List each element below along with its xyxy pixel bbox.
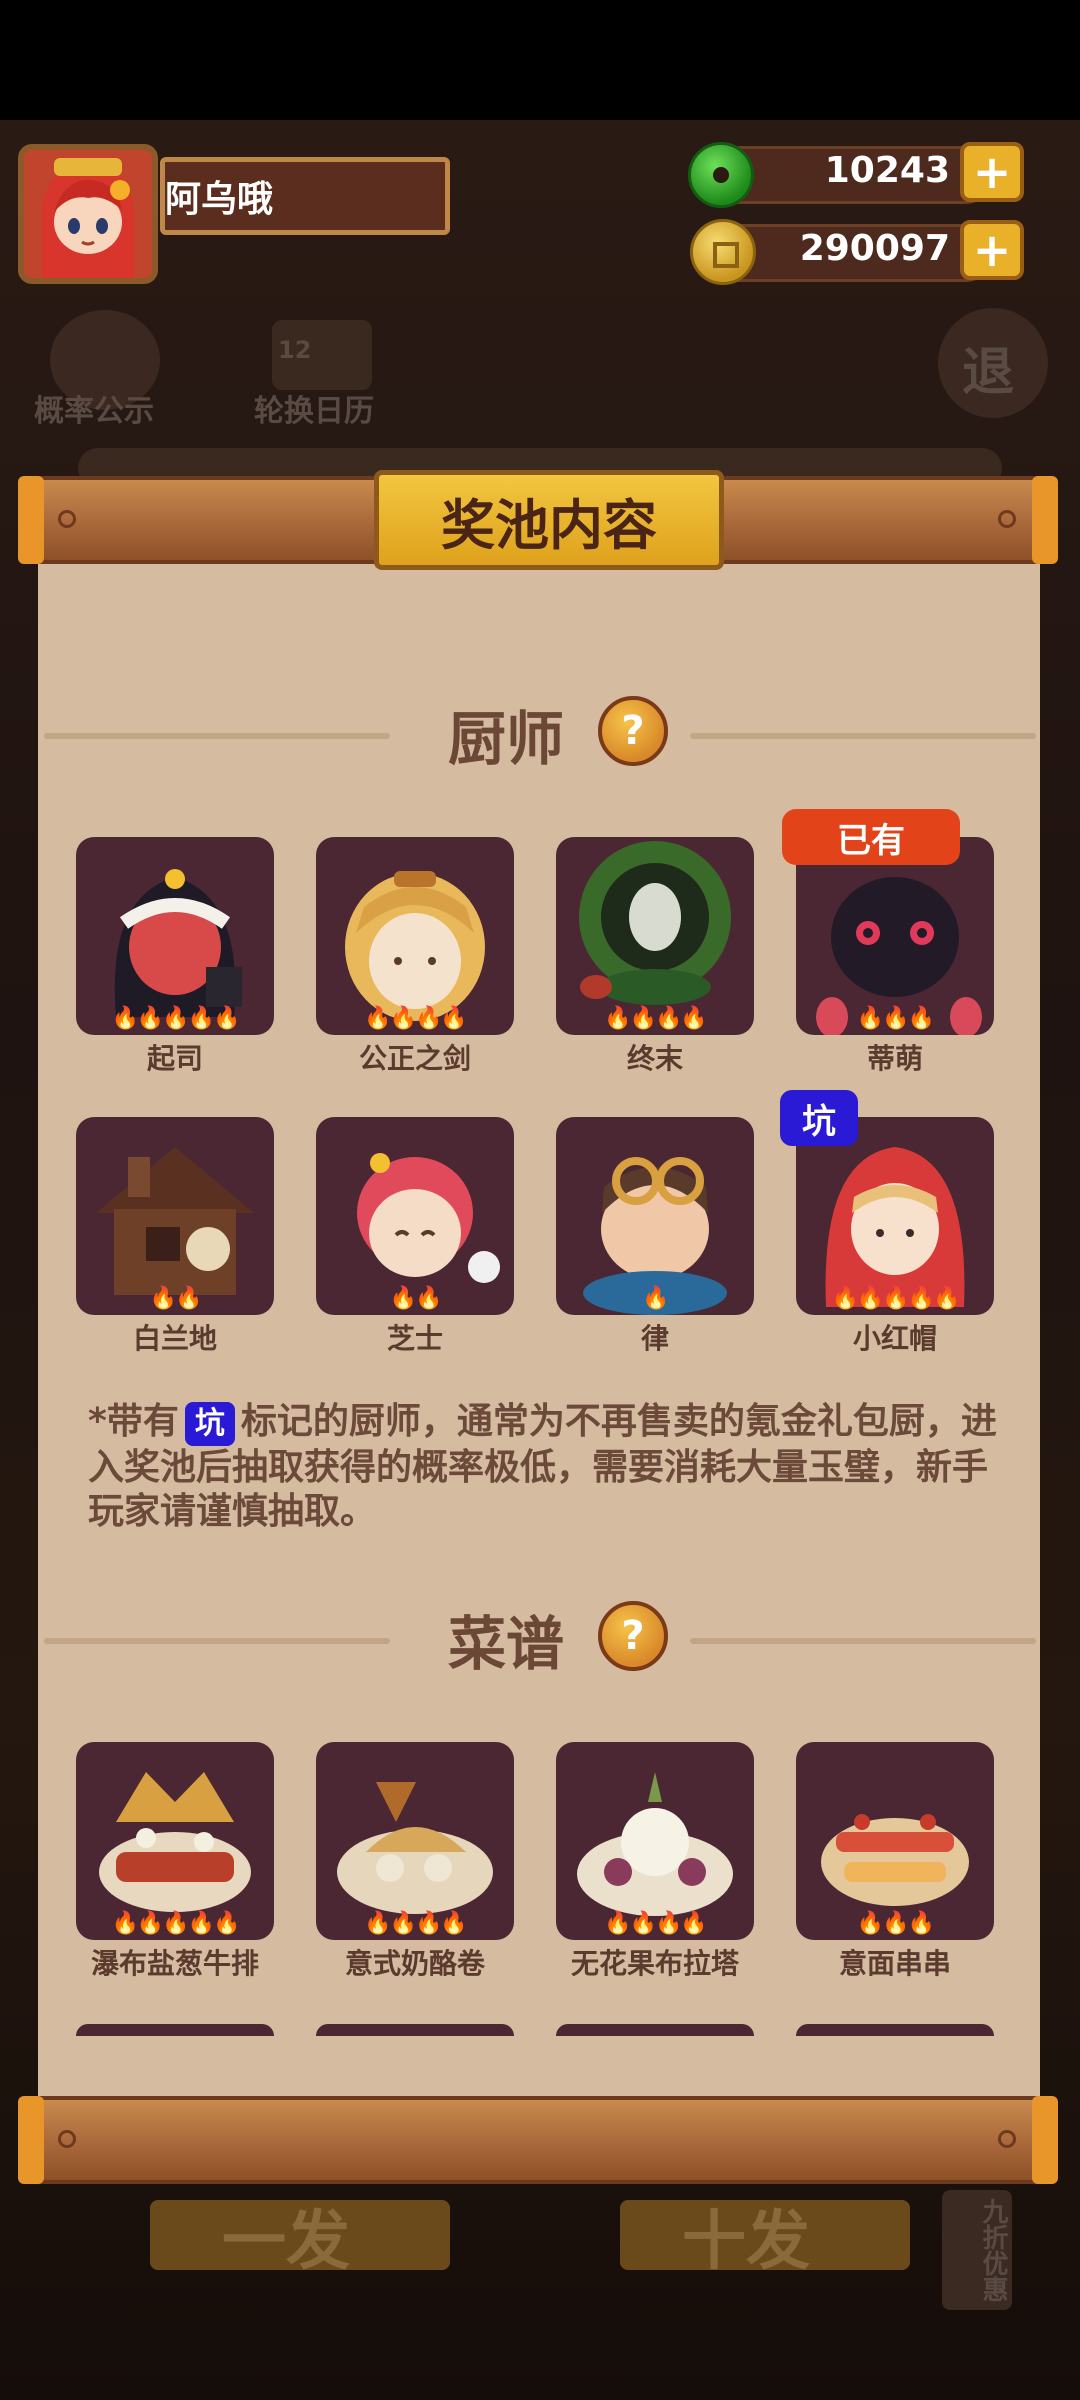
scroll-top-cap-right <box>1032 476 1058 564</box>
chef-name: 终末 <box>626 1042 683 1075</box>
section-divider <box>44 1638 390 1644</box>
probability-button[interactable]: 概率公示 <box>34 386 154 430</box>
add-coin-button[interactable]: + <box>960 220 1024 280</box>
recipe-name: 瀑布盐葱牛排 <box>90 1947 259 1980</box>
jade-amount: 10243 <box>824 150 950 191</box>
star-rating: 🔥🔥 <box>389 1286 443 1311</box>
recipe-card-steak[interactable]: 🔥🔥🔥🔥🔥 <box>76 1742 274 1940</box>
chef-name: 白兰地 <box>132 1322 217 1355</box>
recipe-card-partial[interactable] <box>796 2024 994 2036</box>
single-draw-label: 一发 <box>222 2205 350 2279</box>
chef-card-qisi[interactable]: 🔥🔥🔥🔥🔥 <box>76 837 274 1035</box>
chef-card-zhongmo[interactable]: 🔥🔥🔥🔥 <box>556 837 754 1035</box>
chef-card-lv[interactable]: 🔥 <box>556 1117 754 1315</box>
recipe-help-icon[interactable]: ? <box>598 1601 668 1671</box>
rod-bolt-icon <box>58 2130 76 2148</box>
star-rating: 🔥🔥🔥 <box>856 1911 935 1936</box>
chef-card-dimeng[interactable]: 🔥🔥🔥 <box>796 837 994 1035</box>
player-name: 阿乌哦 <box>165 179 274 220</box>
player-avatar[interactable] <box>18 144 158 284</box>
section-divider <box>44 733 390 739</box>
recipe-card-pasta-skewer[interactable]: 🔥🔥🔥 <box>796 1742 994 1940</box>
calendar-day: 12 <box>278 336 312 364</box>
star-rating: 🔥 <box>642 1286 669 1311</box>
star-rating: 🔥🔥🔥 <box>856 1006 935 1031</box>
recipe-card-fig-burrata[interactable]: 🔥🔥🔥🔥 <box>556 1742 754 1940</box>
add-jade-button[interactable]: + <box>960 142 1024 202</box>
chef-card-red-riding-hood[interactable]: 🔥🔥🔥🔥🔥 <box>796 1117 994 1315</box>
pit-inline-badge: 坑 <box>184 1402 235 1446</box>
exit-label: 退 <box>962 343 1015 403</box>
chef-name: 律 <box>640 1322 669 1355</box>
star-rating: 🔥🔥🔥🔥 <box>364 1006 468 1031</box>
recipe-card-partial[interactable] <box>76 2024 274 2036</box>
recipe-name: 无花果布拉塔 <box>570 1947 739 1980</box>
avatar-portrait-icon <box>24 150 152 278</box>
chef-help-icon[interactable]: ? <box>598 696 668 766</box>
rod-bolt-icon <box>58 510 76 528</box>
chef-name: 芝士 <box>386 1322 443 1355</box>
star-rating: 🔥🔥🔥🔥🔥 <box>111 1006 241 1031</box>
chef-name: 小红帽 <box>852 1322 937 1355</box>
star-rating: 🔥🔥🔥🔥 <box>604 1911 708 1936</box>
recipe-card-partial[interactable] <box>556 2024 754 2036</box>
calendar-button[interactable]: 轮换日历 <box>254 386 374 430</box>
chef-card-justice-sword[interactable]: 🔥🔥🔥🔥 <box>316 837 514 1035</box>
rod-bolt-icon <box>998 510 1016 528</box>
section-divider <box>690 733 1036 739</box>
chef-card-brandy[interactable]: 🔥🔥 <box>76 1117 274 1315</box>
scroll-bottom-rod <box>18 2096 1058 2184</box>
recipe-card-cheese-roll[interactable]: 🔥🔥🔥🔥 <box>316 1742 514 1940</box>
coin-amount: 290097 <box>799 228 950 269</box>
pit-note: *带有坑标记的厨师，通常为不再售卖的氪金礼包厨，进入奖池后抽取获得的概率极低，需… <box>88 1400 998 1534</box>
recipe-name: 意面串串 <box>838 1947 951 1980</box>
status-bar-area <box>0 0 1080 120</box>
scroll-bottom-cap-right <box>1032 2096 1058 2184</box>
chef-name: 起司 <box>146 1042 203 1075</box>
chef-name: 蒂萌 <box>866 1042 923 1075</box>
owned-badge: 已有 <box>782 809 960 865</box>
note-prefix: *带有 <box>88 1401 179 1442</box>
chef-section-title: 厨师 <box>448 705 565 773</box>
scroll-top-cap-left <box>18 476 44 564</box>
star-rating: 🔥🔥 <box>149 1286 203 1311</box>
discount-tag: 九折优惠 <box>942 2190 1012 2310</box>
star-rating: 🔥🔥🔥🔥🔥 <box>111 1911 241 1936</box>
section-divider <box>690 1638 1036 1644</box>
rod-bolt-icon <box>998 2130 1016 2148</box>
panel-title: 奖池内容 <box>374 470 724 570</box>
ten-draw-label: 十发 <box>682 2205 810 2279</box>
pit-badge: 坑 <box>780 1090 858 1146</box>
scroll-bottom-cap-left <box>18 2096 44 2184</box>
recipe-section-title: 菜谱 <box>448 1610 565 1678</box>
recipe-card-partial[interactable] <box>316 2024 514 2036</box>
chef-name: 公正之剑 <box>358 1042 471 1075</box>
star-rating: 🔥🔥🔥🔥 <box>604 1006 708 1031</box>
star-rating: 🔥🔥🔥🔥 <box>364 1911 468 1936</box>
recipe-name: 意式奶酪卷 <box>344 1947 485 1980</box>
star-rating: 🔥🔥🔥🔥🔥 <box>831 1286 961 1311</box>
chef-card-cheese[interactable]: 🔥🔥 <box>316 1117 514 1315</box>
